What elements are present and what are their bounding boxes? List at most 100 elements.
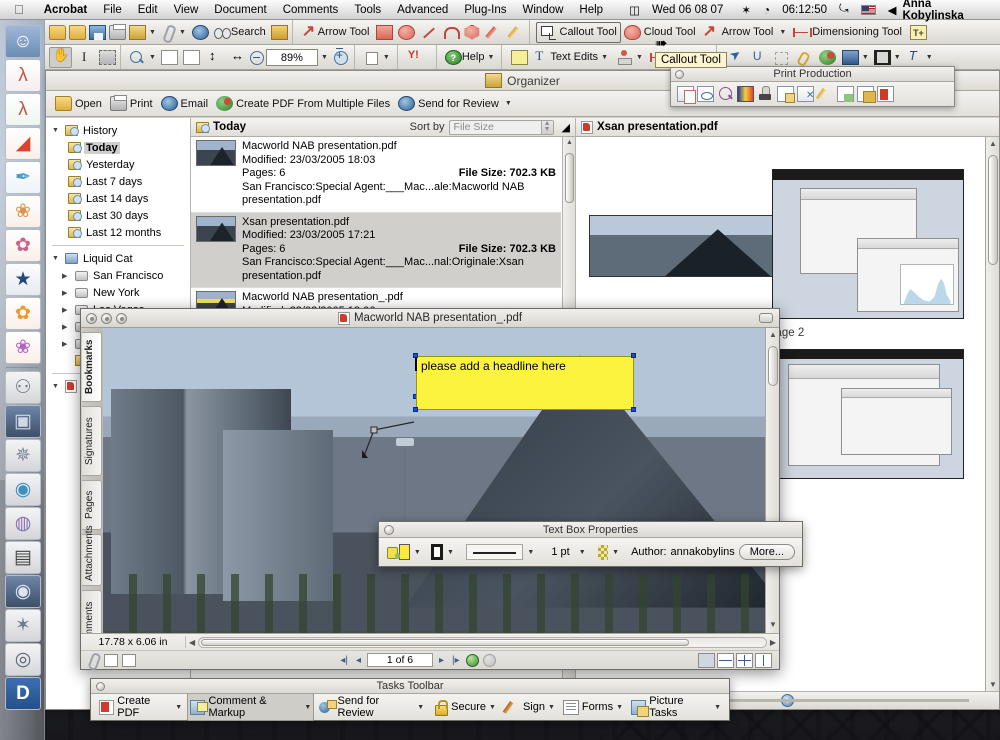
chevron-down-icon[interactable]: ▼ [714, 704, 721, 711]
stamp-icon[interactable] [616, 49, 633, 65]
organizer-send-review-button[interactable]: Send for Review ▼ [395, 93, 518, 114]
next-view-icon[interactable] [482, 653, 496, 667]
chevron-down-icon[interactable]: ▼ [52, 127, 62, 134]
chevron-down-icon[interactable]: ▼ [548, 704, 555, 711]
scroll-up-icon[interactable]: ▲ [769, 330, 777, 339]
fix-hairlines-icon[interactable] [817, 86, 834, 102]
next-page-icon[interactable]: ▸ [437, 655, 446, 666]
menu-edit[interactable]: Edit [130, 4, 166, 16]
pencil-eraser-icon[interactable] [508, 25, 525, 40]
dialog-close-icon[interactable] [384, 525, 394, 535]
chevron-down-icon[interactable]: ▼ [891, 54, 904, 61]
dock-item-indesign-icon[interactable]: ◢ [5, 127, 41, 160]
callout-annotation[interactable]: please add a headline here [415, 356, 634, 410]
menu-help[interactable]: Help [571, 4, 611, 16]
organizer-icon[interactable] [129, 24, 146, 40]
fit-page-icon[interactable] [205, 48, 222, 65]
menu-document[interactable]: Document [206, 4, 274, 16]
arrow-tool-label[interactable]: Arrow Tool [318, 26, 370, 38]
chevron-down-icon[interactable]: ▼ [52, 255, 62, 262]
dock-item-feather-icon[interactable]: ✒▶ [5, 161, 41, 194]
chevron-down-icon[interactable]: ▼ [612, 549, 619, 556]
menubar-display-icon[interactable]: ◫ [611, 3, 646, 17]
attach-icon[interactable] [159, 25, 176, 40]
menubar-clock[interactable]: 06:12:50 [776, 4, 833, 16]
table-row[interactable]: Xsan presentation.pdf Modified: 23/03/20… [191, 212, 561, 288]
palette-close-icon[interactable] [675, 70, 684, 79]
menu-window[interactable]: Window [515, 4, 572, 16]
text-edits-label[interactable]: Text Edits [550, 51, 598, 63]
callout-handle-br[interactable] [631, 407, 636, 412]
menu-view[interactable]: View [166, 4, 207, 16]
continuous-facing-icon[interactable] [736, 652, 753, 668]
arrow-tool-icon[interactable] [301, 21, 318, 41]
select-text-icon[interactable] [77, 49, 94, 65]
menu-tools[interactable]: Tools [346, 4, 389, 16]
menu-comments[interactable]: Comments [275, 4, 347, 16]
chevron-down-icon[interactable]: ▼ [380, 54, 393, 61]
chevron-down-icon[interactable]: ▼ [175, 704, 182, 711]
polyline-icon[interactable] [442, 25, 460, 40]
scroll-up-icon[interactable]: ▲ [566, 139, 573, 146]
pencil-icon[interactable] [486, 25, 503, 40]
scroll-track[interactable] [198, 636, 767, 648]
scrollbar-thumb[interactable] [565, 153, 574, 203]
line-icon[interactable] [420, 25, 437, 40]
wifi-icon[interactable]: ◔ [757, 3, 776, 17]
menu-acrobat[interactable]: Acrobat [36, 4, 95, 16]
volume-icon[interactable]: ◀ [882, 3, 903, 17]
close-window-button[interactable] [86, 313, 97, 324]
more-button[interactable]: More... [738, 544, 795, 560]
dock-item-compressor-icon[interactable]: ✶ [5, 609, 41, 642]
chevron-down-icon[interactable]: ▼ [146, 29, 159, 36]
dock-item-acrobat-pro-icon[interactable]: λ▶ [5, 59, 41, 92]
crop-pages-icon[interactable] [797, 86, 814, 102]
scroll-up-icon[interactable]: ▲ [989, 139, 997, 148]
facing-icon[interactable] [755, 652, 772, 668]
tree-history-yesterday[interactable]: Yesterday [46, 156, 190, 173]
tree-history-today[interactable]: Today [46, 139, 190, 156]
organizer-create-pdf-button[interactable]: Create PDF From Multiple Files [213, 93, 393, 114]
dock-item-wing-icon[interactable]: ❀ [5, 195, 41, 228]
add-printer-marks-icon[interactable] [777, 86, 795, 103]
organizer-open-button[interactable]: Open [52, 93, 105, 114]
send-for-review-button[interactable]: Send for Review ▼ [316, 693, 427, 721]
dock-item-starfish-icon[interactable]: ★ [5, 263, 41, 296]
dock-item-shell-icon[interactable]: ✿ [5, 229, 41, 262]
chevron-down-icon[interactable]: ▼ [579, 549, 586, 556]
last-page-icon[interactable]: |▸ [450, 655, 462, 666]
fit-visible-icon[interactable] [182, 49, 200, 65]
dock-item-acrobat-distiller-icon[interactable]: λ [5, 93, 41, 126]
page-number-field[interactable]: 1 of 6 [367, 653, 433, 667]
dock-item-motion-icon[interactable]: ◉ [5, 575, 41, 608]
tree-history-last14[interactable]: Last 14 days [46, 190, 190, 207]
sort-by-select[interactable]: File Size ▲ ▼ [448, 119, 554, 135]
transparency-flattening-icon[interactable] [837, 86, 854, 102]
signatures-icon[interactable] [122, 653, 136, 667]
callout-handle-tr[interactable] [631, 353, 636, 358]
chevron-down-icon[interactable]: ▼ [859, 54, 872, 61]
pdf-optimizer-icon[interactable] [857, 86, 876, 103]
chevron-down-icon[interactable]: ▼ [304, 704, 311, 711]
yahoo-search-icon[interactable] [408, 49, 432, 65]
pdf-page-canvas[interactable]: please add a headline here [103, 328, 765, 669]
first-page-icon[interactable]: ◂| [338, 655, 350, 666]
chevron-right-icon[interactable]: ▶ [62, 272, 72, 280]
stepper-icon[interactable]: ▲ ▼ [540, 120, 553, 134]
chevron-right-icon[interactable]: ▶ [62, 323, 72, 331]
chevron-down-icon[interactable]: ▼ [52, 383, 62, 390]
dock-item-dvd-player-icon[interactable]: ▣ [5, 405, 41, 438]
dock-item-camera-icon[interactable]: ◎ [5, 643, 41, 676]
dock-item-quicktime-icon[interactable]: ⚇ [5, 371, 41, 404]
layers-icon[interactable] [104, 653, 118, 667]
link-icon[interactable] [796, 50, 813, 65]
jdf-job-definitions-icon[interactable] [877, 86, 894, 102]
callout-handle-tl[interactable] [413, 353, 418, 358]
tab-bookmarks[interactable]: Bookmarks [82, 332, 102, 402]
chevron-down-icon[interactable]: ▼ [776, 29, 789, 36]
tree-computer[interactable]: ▼ Liquid Cat [46, 250, 190, 267]
tab-attachments[interactable]: Attachments [82, 525, 102, 586]
crop-icon[interactable] [773, 50, 790, 65]
help-icon[interactable]: ? [444, 49, 462, 65]
secure-button[interactable]: Secure ▼ [429, 698, 499, 717]
